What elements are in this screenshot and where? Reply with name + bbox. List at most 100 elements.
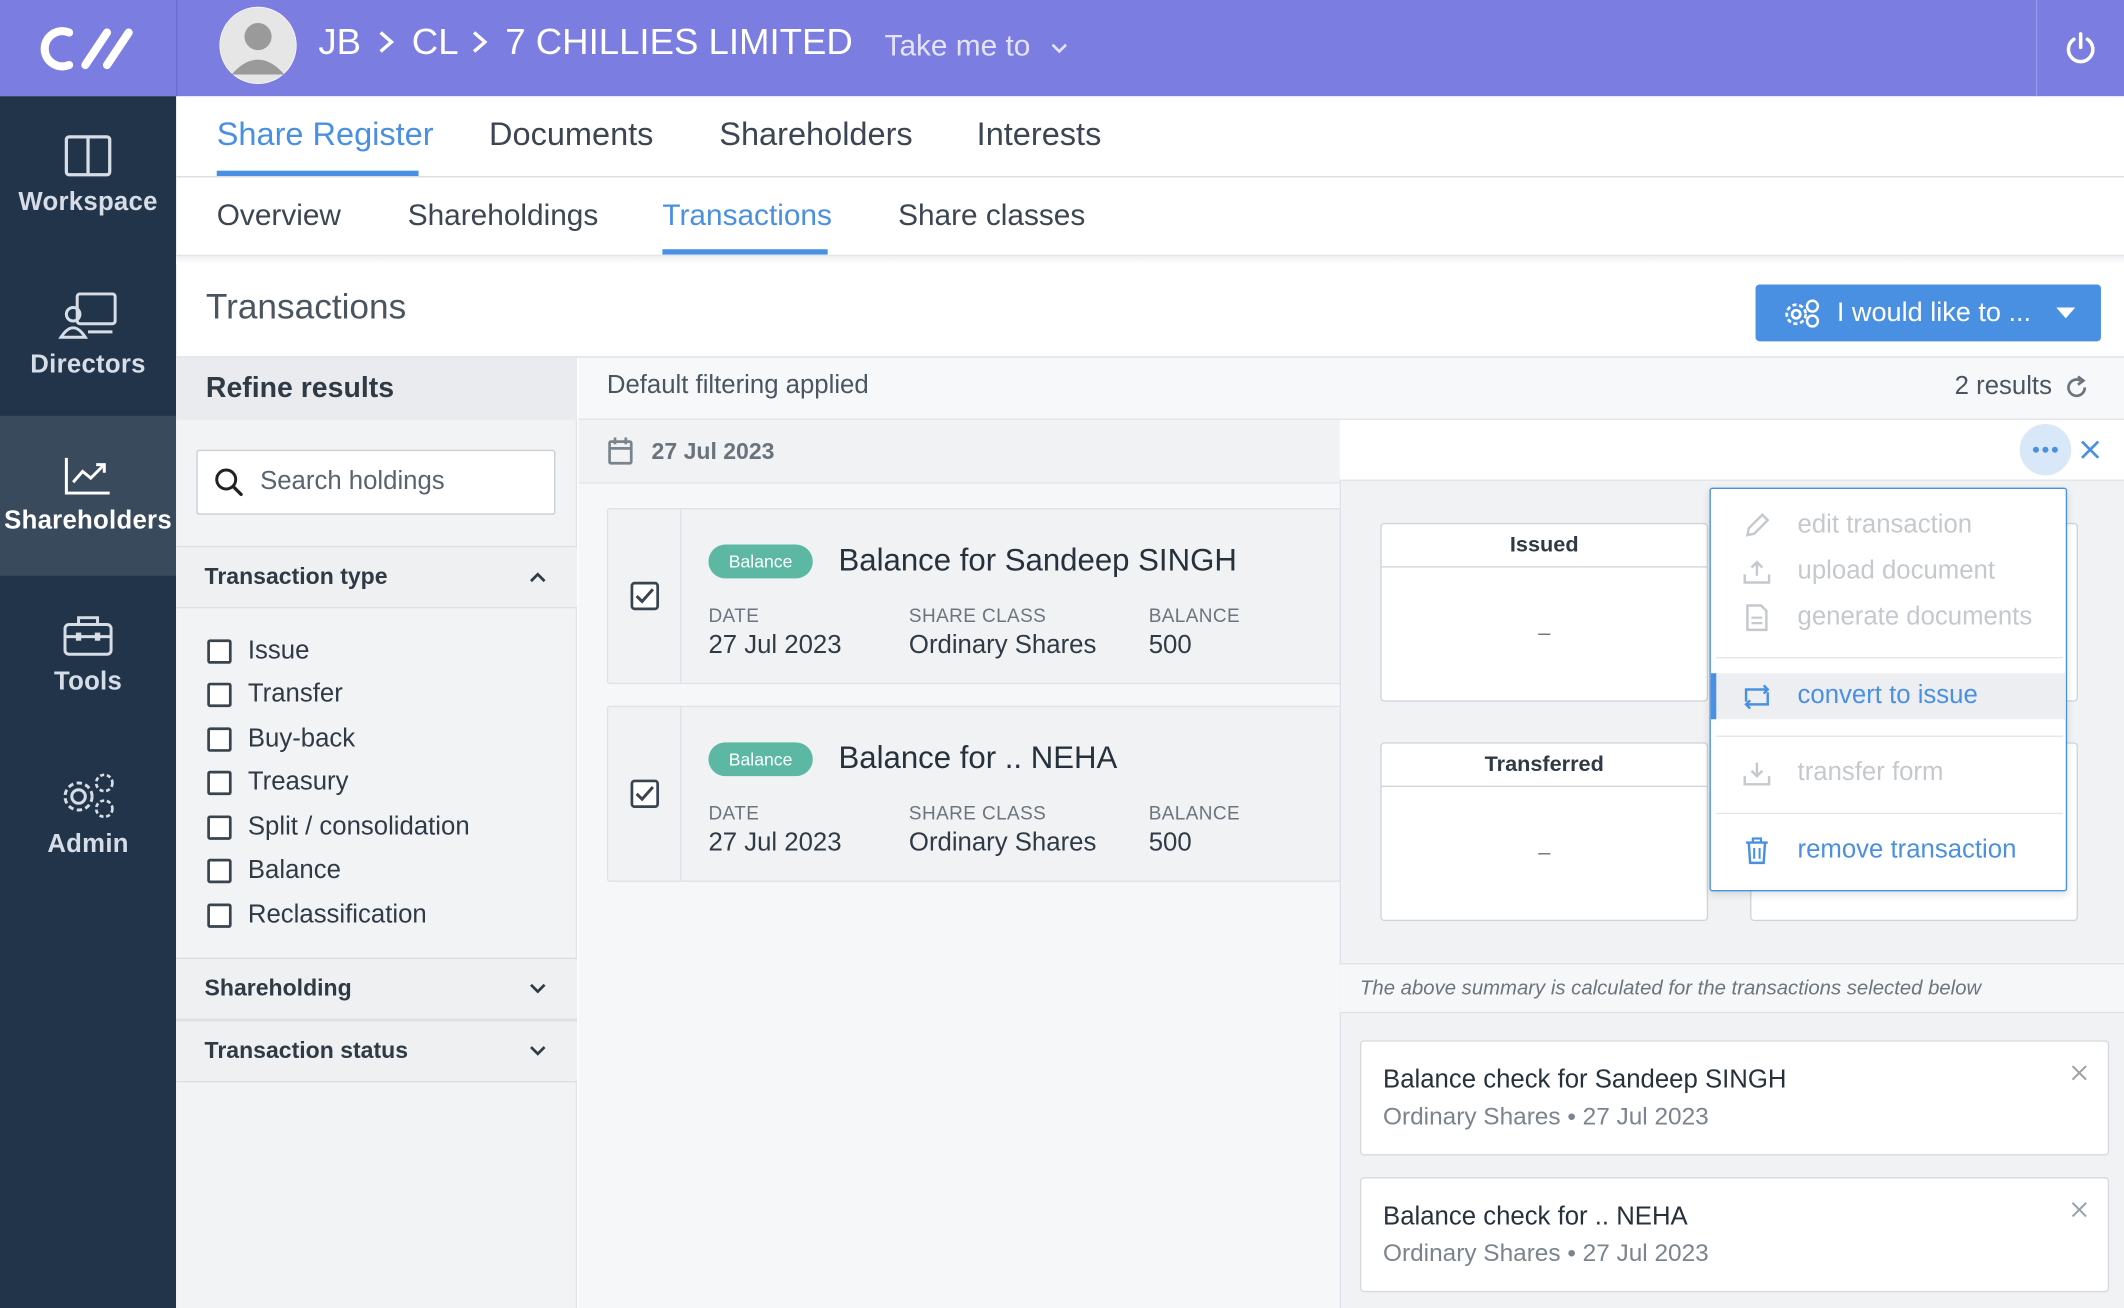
subtab-transactions[interactable]: Transactions [662, 198, 831, 233]
remove-selection-button[interactable] [2071, 1059, 2087, 1089]
checked-checkbox-icon [629, 779, 659, 809]
breadcrumb-cl[interactable]: CL [412, 22, 459, 64]
power-icon [2066, 31, 2095, 63]
more-options-button[interactable] [2019, 423, 2072, 476]
tab-share-register[interactable]: Share Register [217, 116, 434, 154]
checkbox[interactable] [207, 682, 232, 708]
filter-checkbox-transfer[interactable]: Transfer [207, 680, 343, 710]
sidebar-item-directors[interactable]: Directors [0, 256, 176, 416]
filter-checkbox-reclassification[interactable]: Reclassification [207, 900, 427, 931]
results-count: 2 results [1955, 373, 2090, 403]
download-tray-icon [1743, 762, 1771, 786]
breadcrumb-company[interactable]: 7 CHILLIES LIMITED [505, 22, 853, 64]
checkbox-label: Reclassification [247, 900, 427, 930]
document-icon [1746, 604, 1768, 632]
sidebar: Workspace Directors Shareholders Tools A… [0, 96, 177, 1308]
chevron-right-icon [470, 22, 489, 72]
chevron-down-icon [1051, 43, 1067, 54]
refine-title: Refine results [205, 372, 395, 404]
subtab-overview[interactable]: Overview [217, 198, 341, 233]
app-logo[interactable] [0, 0, 178, 97]
sidebar-item-shareholders[interactable]: Shareholders [0, 415, 177, 576]
close-panel-button[interactable] [2079, 431, 2101, 470]
menu-item-label: transfer form [1797, 758, 1944, 788]
chevron-down-icon [530, 1046, 546, 1056]
refresh-icon[interactable] [2063, 374, 2090, 401]
row-checkbox[interactable] [608, 509, 682, 683]
menu-item-remove-transaction[interactable]: remove transaction [1711, 829, 2066, 872]
action-menu-button[interactable]: I would like to ... [1755, 284, 2101, 342]
menu-divider [1716, 812, 2064, 815]
menu-item-generate-documents[interactable]: generate documents [1711, 597, 2066, 638]
filter-section-shareholding[interactable]: Shareholding [176, 957, 578, 1021]
chevron-up-icon [530, 572, 546, 583]
summary-panel-header [1339, 419, 2124, 481]
close-icon [2081, 440, 2100, 459]
sidebar-item-tools[interactable]: Tools [0, 576, 176, 736]
avatar[interactable] [219, 6, 297, 84]
summary-label: Transferred [1381, 744, 1707, 788]
transaction-card[interactable]: Balance Balance for Sandeep SINGH DATE 2… [606, 507, 1366, 685]
menu-item-convert-to-issue[interactable]: convert to issue [1710, 673, 2066, 720]
menu-item-upload-document[interactable]: upload document [1711, 551, 2066, 592]
close-icon [2071, 1065, 2087, 1081]
filter-status-text: Default filtering applied [606, 371, 869, 400]
tab-interests[interactable]: Interests [977, 116, 1102, 154]
search-input[interactable] [260, 467, 531, 498]
filter-section-transaction-type[interactable]: Transaction type [176, 545, 578, 609]
transaction-card[interactable]: Balance Balance for .. NEHA DATE 27 Jul … [606, 705, 1366, 882]
checkbox[interactable] [207, 815, 232, 840]
summary-label: Issued [1381, 524, 1707, 568]
checkbox-label: Balance [247, 856, 341, 885]
workspace-icon [64, 135, 112, 177]
checkbox-label: Issue [247, 636, 310, 666]
close-icon [2071, 1202, 2087, 1218]
filter-checkbox-split[interactable]: Split / consolidation [207, 812, 470, 843]
checkbox-label: Transfer [247, 680, 343, 709]
filter-checkbox-treasury[interactable]: Treasury [207, 768, 348, 798]
filter-section-transaction-status[interactable]: Transaction status [176, 1020, 578, 1083]
menu-item-label: remove transaction [1797, 835, 2017, 865]
calendar-icon [608, 437, 633, 465]
gears-icon [1785, 299, 1820, 328]
transaction-title: Balance for Sandeep SINGH [838, 541, 1237, 578]
page-title: Transactions [205, 285, 407, 327]
selected-title: Balance check for Sandeep SINGH [1383, 1066, 1787, 1095]
tab-shareholders[interactable]: Shareholders [719, 116, 912, 154]
date-label: DATE [708, 801, 760, 824]
date-label: DATE [708, 604, 760, 626]
checkbox[interactable] [207, 770, 232, 796]
checkbox[interactable] [207, 903, 232, 928]
filter-checkbox-balance[interactable]: Balance [207, 856, 341, 886]
breadcrumb-jb[interactable]: JB [318, 22, 361, 64]
checkbox-label: Split / consolidation [247, 812, 470, 842]
subtab-share-classes[interactable]: Share classes [898, 198, 1085, 233]
subtab-shareholdings[interactable]: Shareholdings [408, 198, 599, 233]
sidebar-item-workspace[interactable]: Workspace [0, 96, 176, 256]
selected-transaction: Balance check for .. NEHA Ordinary Share… [1360, 1177, 2110, 1293]
transaction-title: Balance for .. NEHA [838, 739, 1118, 775]
tab-documents[interactable]: Documents [489, 116, 653, 154]
checkbox[interactable] [207, 858, 232, 884]
selected-transaction: Balance check for Sandeep SINGH Ordinary… [1360, 1040, 2110, 1156]
menu-item-edit-transaction[interactable]: edit transaction [1711, 505, 2066, 546]
logout-button[interactable] [2035, 0, 2124, 97]
filter-checkbox-buy-back[interactable]: Buy-back [207, 725, 355, 755]
divider [176, 176, 2124, 178]
row-checkbox[interactable] [608, 707, 682, 881]
share-class-value: Ordinary Shares [908, 829, 1097, 858]
menu-item-transfer-form[interactable]: transfer form [1711, 752, 2066, 795]
checkbox[interactable] [207, 639, 232, 664]
sidebar-item-admin[interactable]: Admin [0, 736, 176, 896]
take-me-to-dropdown[interactable]: Take me to [885, 28, 1069, 63]
type-badge: Balance [708, 742, 813, 777]
filter-checkbox-issue[interactable]: Issue [207, 637, 309, 667]
balance-label: BALANCE [1148, 604, 1241, 626]
remove-selection-button[interactable] [2071, 1196, 2087, 1226]
summary-value: – [1538, 841, 1551, 865]
menu-item-label: upload document [1797, 556, 1996, 586]
sidebar-item-label: Tools [53, 667, 123, 697]
checkbox-label: Treasury [247, 768, 349, 797]
checkbox[interactable] [207, 727, 232, 752]
search-icon [215, 468, 243, 497]
